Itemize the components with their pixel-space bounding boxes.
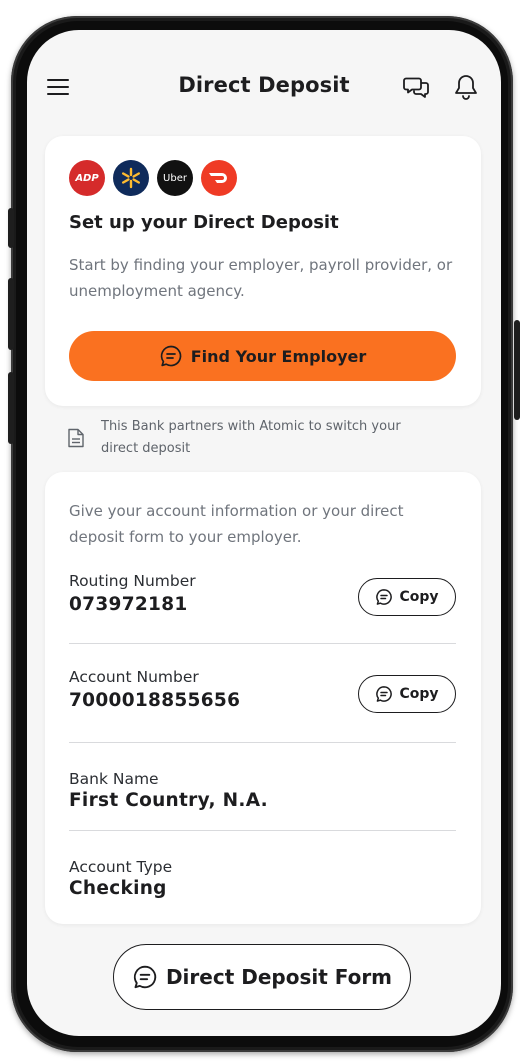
setup-card-title: Set up your Direct Deposit bbox=[69, 212, 339, 233]
bank-name-label: Bank Name bbox=[69, 770, 159, 788]
bank-name-field: Bank Name First Country, N.A. bbox=[69, 770, 456, 811]
mute-switch bbox=[8, 208, 14, 248]
bank-name-value: First Country, N.A. bbox=[69, 790, 268, 811]
copy-account-number-button[interactable]: Copy bbox=[358, 675, 456, 713]
find-your-employer-label: Find Your Employer bbox=[190, 346, 367, 366]
direct-deposit-form-label: Direct Deposit Form bbox=[165, 965, 393, 989]
volume-down-button bbox=[8, 372, 14, 444]
document-icon bbox=[68, 428, 84, 448]
account-info-card: Give your account information or your di… bbox=[45, 472, 481, 924]
chat-bubble-icon bbox=[133, 965, 157, 989]
walmart-spark-icon bbox=[122, 167, 140, 189]
chat-bubble-icon bbox=[376, 589, 393, 605]
account-type-value: Checking bbox=[69, 878, 167, 899]
volume-up-button bbox=[8, 278, 14, 350]
adp-logo: ADP bbox=[69, 160, 105, 196]
bell-icon[interactable] bbox=[453, 73, 479, 101]
copy-routing-label: Copy bbox=[399, 589, 439, 605]
app-header: Direct Deposit bbox=[27, 30, 501, 134]
setup-card-description: Start by finding your employer, payroll … bbox=[69, 256, 453, 300]
direct-deposit-form-button[interactable]: Direct Deposit Form bbox=[113, 944, 411, 1010]
account-type-field: Account Type Checking bbox=[69, 858, 456, 899]
app-screen: Direct Deposit ADP Uber Set up your Dire… bbox=[27, 30, 501, 1036]
partner-note-text: This Bank partners with Atomic to switch… bbox=[101, 419, 401, 456]
chat-bubble-icon bbox=[160, 345, 182, 367]
copy-account-label: Copy bbox=[399, 686, 439, 702]
divider bbox=[69, 643, 456, 644]
chat-bubble-icon bbox=[376, 686, 393, 702]
walmart-logo bbox=[113, 160, 149, 196]
copy-routing-number-button[interactable]: Copy bbox=[358, 578, 456, 616]
account-type-label: Account Type bbox=[69, 858, 173, 876]
doordash-logo bbox=[201, 160, 237, 196]
doordash-dash-icon bbox=[209, 173, 227, 183]
setup-direct-deposit-card: ADP Uber Set up your Direct Deposit Star… bbox=[45, 136, 481, 406]
uber-logo: Uber bbox=[157, 160, 193, 196]
power-button bbox=[514, 320, 520, 420]
find-your-employer-button[interactable]: Find Your Employer bbox=[69, 331, 456, 381]
chat-bubbles-icon[interactable] bbox=[403, 73, 431, 101]
divider bbox=[69, 742, 456, 743]
account-info-description: Give your account information or your di… bbox=[69, 502, 404, 546]
divider bbox=[69, 830, 456, 831]
